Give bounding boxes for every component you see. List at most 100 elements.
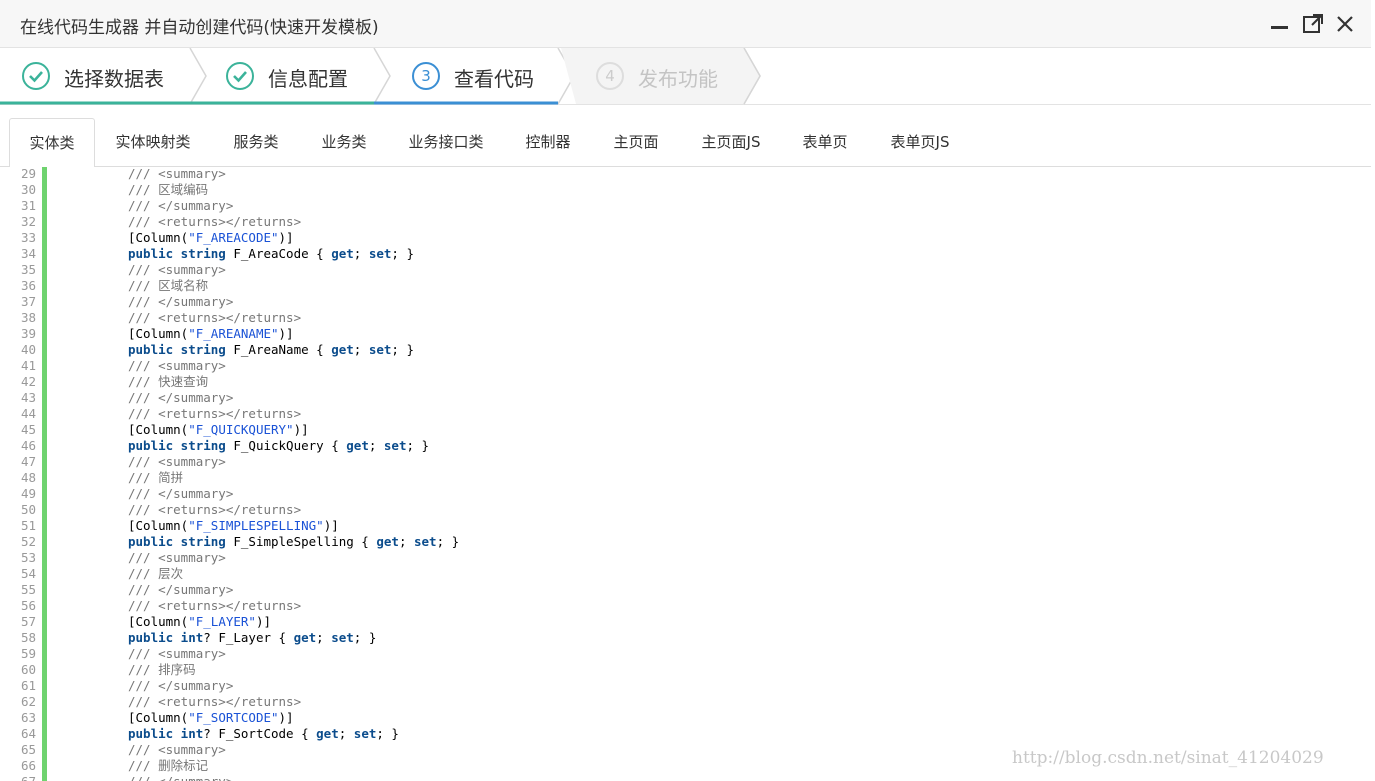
code-line: 47 /// <summary> (0, 454, 1371, 470)
line-number: 50 (20, 502, 36, 517)
line-number: 54 (20, 566, 36, 581)
code-text: public string F_AreaName { get; set; } (128, 342, 414, 357)
line-number: 40 (20, 342, 36, 357)
line-number: 45 (20, 422, 36, 437)
maximize-icon[interactable] (1301, 12, 1325, 36)
code-text: /// <returns></returns> (128, 310, 302, 325)
code-line: 63 [Column("F_SORTCODE")] (0, 710, 1371, 726)
code-text: [Column("F_QUICKQUERY")] (128, 422, 309, 437)
line-number: 43 (20, 390, 36, 405)
line-number: 49 (20, 486, 36, 501)
code-line: 60 /// 排序码 (0, 662, 1371, 678)
check-icon (226, 62, 254, 90)
check-icon (22, 62, 50, 90)
code-line: 39 [Column("F_AREANAME")] (0, 326, 1371, 342)
code-text: public int? F_SortCode { get; set; } (128, 726, 399, 741)
code-line: 38 /// <returns></returns> (0, 310, 1371, 326)
line-number: 55 (20, 582, 36, 597)
wizard-step-3[interactable]: 3 查看代码 (374, 48, 558, 105)
step-number-badge: 3 (412, 62, 440, 90)
code-viewer[interactable]: 29 /// <summary> 30 /// 区域编码 31 /// </summary… (0, 167, 1371, 781)
code-line: 40 public string F_AreaName { get; set; } (0, 342, 1371, 358)
code-text: /// <summary> (128, 262, 226, 277)
code-line: 55 /// </summary> (0, 582, 1371, 598)
code-text: [Column("F_AREANAME")] (128, 326, 294, 341)
code-text: [Column("F_LAYER")] (128, 614, 272, 629)
wizard-step-4[interactable]: 4 发布功能 (560, 48, 744, 105)
code-text: /// <returns></returns> (128, 598, 302, 613)
code-line: 32 /// <returns></returns> (0, 214, 1371, 230)
code-text: public string F_QuickQuery { get; set; } (128, 438, 430, 453)
line-number: 38 (20, 310, 36, 325)
wizard-step-1[interactable]: 选择数据表 (0, 48, 190, 105)
line-number: 35 (20, 262, 36, 277)
line-number: 67 (0, 774, 36, 781)
tab-business[interactable]: 业务类 (312, 118, 376, 167)
code-text: /// </summary> (128, 486, 234, 501)
code-text: public string F_AreaCode { get; set; } (128, 246, 414, 261)
code-text: /// <returns></returns> (128, 406, 302, 421)
line-number: 56 (20, 598, 36, 613)
code-line: 51 [Column("F_SIMPLESPELLING")] (0, 518, 1371, 534)
wizard-step-2[interactable]: 信息配置 (190, 48, 374, 105)
code-line: 52 public string F_SimpleSpelling { get; … (0, 534, 1371, 550)
code-text: /// </summary> (128, 294, 234, 309)
tab-main-page-js[interactable]: 主页面JS (692, 118, 770, 167)
line-number: 66 (20, 758, 36, 773)
line-number: 29 (20, 167, 36, 181)
code-line: 30 /// 区域编码 (0, 182, 1371, 198)
tab-entity[interactable]: 实体类 (9, 118, 95, 168)
code-line: 54 /// 层次 (0, 566, 1371, 582)
tab-form-page[interactable]: 表单页 (793, 118, 857, 167)
code-text: /// 区域名称 (128, 278, 209, 293)
code-generator-window: 在线代码生成器 并自动创建代码(快速开发模板) 选择数据表 信息配置 3 查看代… (0, 0, 1371, 781)
tab-main-page[interactable]: 主页面 (604, 118, 668, 167)
code-line: 48 /// 简拼 (0, 470, 1371, 486)
line-number: 30 (20, 182, 36, 197)
line-number: 60 (20, 662, 36, 677)
code-line: 45 [Column("F_QUICKQUERY")] (0, 422, 1371, 438)
code-line: 43 /// </summary> (0, 390, 1371, 406)
code-text: [Column("F_AREACODE")] (128, 230, 294, 245)
line-number: 42 (20, 374, 36, 389)
code-line: 62 /// <returns></returns> (0, 694, 1371, 710)
line-number: 33 (20, 230, 36, 245)
tab-controller[interactable]: 控制器 (516, 118, 580, 167)
minimize-icon[interactable] (1268, 12, 1292, 36)
code-text: /// 排序码 (128, 662, 196, 677)
code-line: 53 /// <summary> (0, 550, 1371, 566)
code-text: /// </summary> (128, 582, 234, 597)
code-text: /// <summary> (128, 550, 226, 565)
window-title: 在线代码生成器 并自动创建代码(快速开发模板) (20, 18, 379, 38)
line-number: 58 (20, 630, 36, 645)
line-number: 44 (20, 406, 36, 421)
tab-form-page-js[interactable]: 表单页JS (881, 118, 959, 167)
line-number: 53 (20, 550, 36, 565)
code-text: [Column("F_SIMPLESPELLING")] (128, 518, 339, 533)
wizard-step-label: 信息配置 (268, 67, 348, 91)
tab-service[interactable]: 服务类 (224, 118, 288, 167)
code-line: 33 [Column("F_AREACODE")] (0, 230, 1371, 246)
tab-entity-mapping[interactable]: 实体映射类 (107, 118, 199, 167)
code-line: 50 /// <returns></returns> (0, 502, 1371, 518)
close-icon[interactable] (1333, 12, 1357, 36)
code-text: /// </summary> (128, 390, 234, 405)
line-number: 52 (20, 534, 36, 549)
step-number-badge: 4 (596, 62, 624, 90)
line-number: 46 (20, 438, 36, 453)
code-line: 49 /// </summary> (0, 486, 1371, 502)
code-line: 56 /// <returns></returns> (0, 598, 1371, 614)
code-text: /// <returns></returns> (128, 694, 302, 709)
tab-business-interface[interactable]: 业务接口类 (400, 118, 492, 167)
code-line: 61 /// </summary> (0, 678, 1371, 694)
wizard-step-label: 查看代码 (454, 67, 534, 91)
code-line: 36 /// 区域名称 (0, 278, 1371, 294)
line-number: 64 (20, 726, 36, 741)
line-number: 41 (20, 358, 36, 373)
line-number: 65 (20, 742, 36, 757)
code-text: /// <returns></returns> (128, 214, 302, 229)
wizard-step-label: 选择数据表 (64, 67, 164, 91)
code-text: /// <summary> (128, 454, 226, 469)
code-text: /// <summary> (128, 646, 226, 661)
line-number: 32 (20, 214, 36, 229)
